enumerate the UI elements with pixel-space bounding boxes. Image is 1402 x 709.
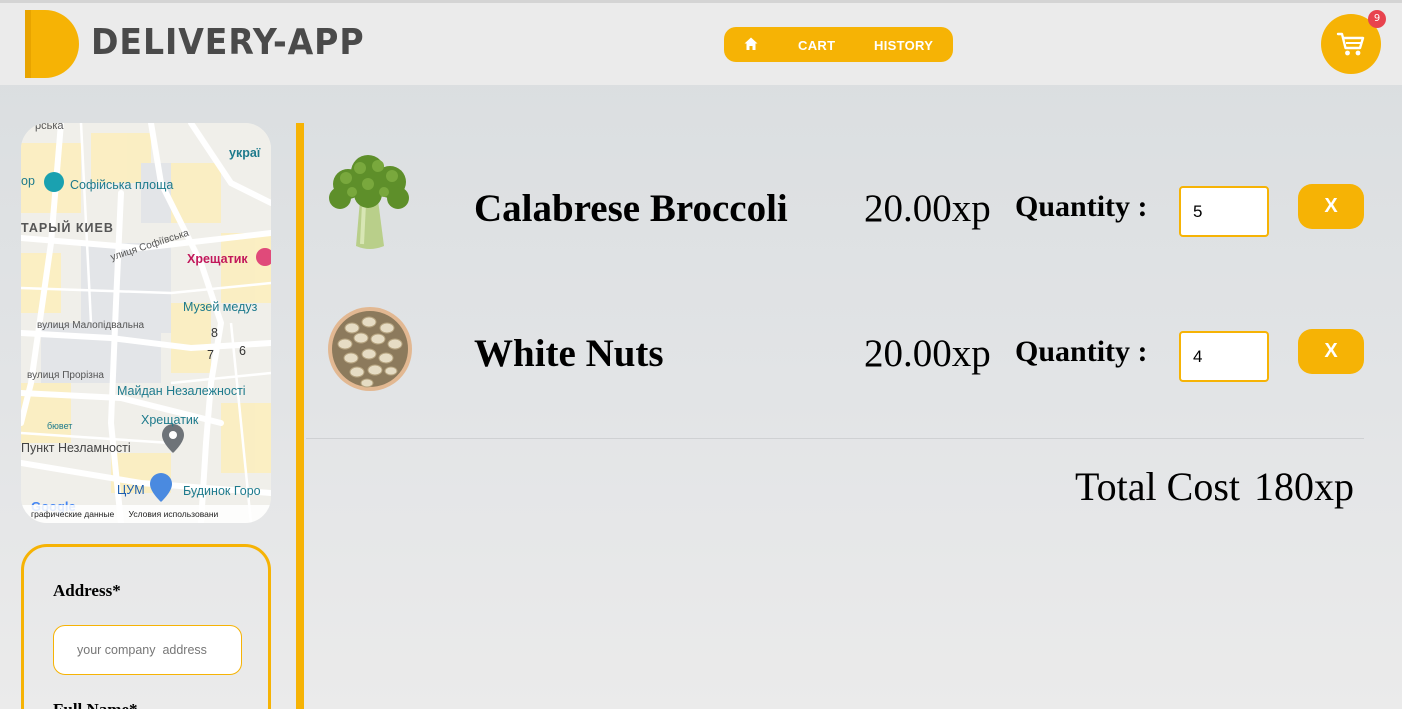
map-label: 8 — [211, 326, 218, 340]
address-input[interactable] — [53, 625, 242, 675]
map-label: рська — [35, 123, 64, 132]
map-label: 6 — [239, 344, 246, 358]
item-price: 20.00xp — [864, 187, 991, 230]
vertical-divider — [296, 123, 304, 709]
app-logo[interactable]: DELIVERY-APP — [25, 10, 364, 78]
total-cost-value: 180xp — [1254, 464, 1354, 509]
broccoli-image — [329, 155, 409, 249]
map-terms-link[interactable]: Условия использовани — [129, 509, 219, 519]
item-name: Calabrese Broccoli — [474, 187, 788, 230]
main-nav: CART HISTORY — [724, 27, 953, 62]
nav-history-link[interactable]: HISTORY — [874, 38, 933, 53]
map-label: вулиця Прорізна — [27, 370, 104, 381]
map-label: украї — [229, 146, 261, 160]
shopping-cart-icon — [1336, 32, 1365, 56]
total-cost-label: Total Cost — [1075, 464, 1240, 509]
map-view[interactable]: рська украї ор Софійська площа ТАРЫЙ КИЕ… — [21, 123, 271, 523]
top-header: DELIVERY-APP CART HISTORY 9 — [0, 0, 1402, 85]
map-label: ЦУМ — [117, 483, 145, 497]
map-label: Хрещатик — [141, 413, 199, 427]
map-label: Пункт Незламності — [21, 441, 131, 455]
home-icon — [744, 37, 758, 50]
map-label: Будинок Горо — [183, 484, 261, 498]
cart-count-badge: 9 — [1368, 10, 1386, 28]
items-divider — [306, 438, 1364, 439]
map-label: вулиця Малопідвальна — [37, 320, 145, 331]
map-label: бювет — [47, 421, 73, 431]
map-label: Софійська площа — [70, 178, 174, 192]
total-cost: Total Cost 180xp — [1075, 463, 1354, 510]
quantity-label: Quantity : — [1015, 190, 1148, 223]
cart-item: White Nuts 20.00xp Quantity : X — [306, 293, 1386, 413]
map-label: Хрещатик — [187, 252, 248, 266]
nav-cart-link[interactable]: CART — [798, 38, 835, 53]
address-label: Address* — [53, 581, 121, 600]
remove-item-button[interactable]: X — [1298, 329, 1364, 374]
map-label: 7 — [207, 348, 214, 362]
map-label: ор — [21, 174, 35, 188]
map-label: ТАРЫЙ КИЕВ — [21, 221, 114, 235]
nuts-image — [328, 307, 412, 391]
item-name: White Nuts — [474, 332, 664, 375]
delivery-form: Address* Full Name* — [21, 544, 271, 709]
item-price: 20.00xp — [864, 332, 991, 375]
map-footer: графические данные Условия использовани — [21, 505, 271, 523]
map-label: Майдан Незалежності — [117, 384, 246, 398]
nav-home-link[interactable] — [743, 36, 759, 52]
map-label: Музей медуз — [183, 300, 258, 314]
logo-text: DELIVERY-APP — [91, 22, 365, 63]
remove-item-button[interactable]: X — [1298, 184, 1364, 229]
logo-mark-icon — [25, 10, 79, 78]
fullname-label: Full Name* — [53, 700, 138, 709]
map-data-link[interactable]: графические данные — [31, 509, 114, 519]
quantity-input[interactable] — [1179, 331, 1269, 382]
cart-button[interactable]: 9 — [1321, 10, 1386, 74]
quantity-input[interactable] — [1179, 186, 1269, 237]
cart-item: Calabrese Broccoli 20.00xp Quantity : X — [306, 148, 1386, 268]
quantity-label: Quantity : — [1015, 335, 1148, 368]
